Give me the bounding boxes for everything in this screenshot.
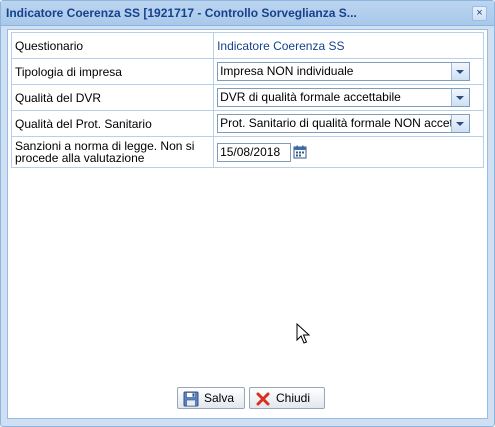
red-x-icon: [255, 391, 271, 407]
value-questionario: Indicatore Coerenza SS: [213, 32, 484, 59]
cell-tipologia: Impresa NON individuale: [213, 58, 484, 85]
form-row-questionario: Questionario Indicatore Coerenza SS: [10, 32, 484, 59]
form-row-prot-sanitario: Qualità del Prot. Sanitario Prot. Sanita…: [10, 110, 484, 137]
save-button[interactable]: Salva: [177, 387, 245, 409]
label-questionario: Questionario: [10, 32, 215, 59]
form-row-dvr: Qualità del DVR DVR di qualità formale a…: [10, 84, 484, 111]
close-button[interactable]: Chiudi: [249, 387, 325, 409]
label-sanzioni: Sanzioni a norma di legge. Non si proced…: [10, 136, 215, 168]
date-field[interactable]: 15/08/2018: [217, 142, 292, 162]
label-tipologia: Tipologia di impresa: [10, 58, 215, 85]
form-row-tipologia: Tipologia di impresa Impresa NON individ…: [10, 58, 484, 85]
tipologia-select[interactable]: Impresa NON individuale: [217, 62, 471, 81]
chevron-down-icon[interactable]: [451, 63, 470, 80]
window-close-button[interactable]: ×: [472, 6, 487, 21]
close-button-label: Chiudi: [276, 391, 311, 405]
chevron-down-icon[interactable]: [451, 115, 470, 132]
questionario-value: Indicatore Coerenza SS: [217, 38, 345, 53]
window-title: Indicatore Coerenza SS [1921717 - Contro…: [6, 6, 357, 20]
cell-dvr: DVR di qualità formale accettabile: [213, 84, 484, 111]
dvr-selected-value: DVR di qualità formale accettabile: [220, 90, 401, 104]
dialog-body: Questionario Indicatore Coerenza SS Tipo…: [7, 29, 488, 419]
title-bar[interactable]: Indicatore Coerenza SS [1921717 - Contro…: [1, 1, 494, 26]
mouse-cursor-icon: [296, 323, 310, 344]
dialog-window: Indicatore Coerenza SS [1921717 - Contro…: [0, 0, 495, 427]
save-button-label: Salva: [204, 391, 235, 405]
calendar-icon[interactable]: [293, 145, 307, 159]
prot-sanitario-selected-value: Prot. Sanitario di qualità formale NON a…: [220, 116, 471, 130]
tipologia-selected-value: Impresa NON individuale: [220, 64, 354, 78]
label-prot-sanitario: Qualità del Prot. Sanitario: [10, 110, 215, 137]
close-icon: ×: [476, 7, 483, 19]
form-row-sanzioni: Sanzioni a norma di legge. Non si proced…: [10, 136, 484, 168]
chevron-down-icon[interactable]: [451, 89, 470, 106]
form-table: Questionario Indicatore Coerenza SS Tipo…: [10, 32, 484, 168]
cell-prot-sanitario: Prot. Sanitario di qualità formale NON a…: [213, 110, 484, 137]
prot-sanitario-select[interactable]: Prot. Sanitario di qualità formale NON a…: [217, 114, 471, 133]
floppy-disk-icon: [183, 391, 199, 407]
label-dvr: Qualità del DVR: [10, 84, 215, 111]
cell-sanzioni: 15/08/2018: [213, 136, 484, 168]
dvr-select[interactable]: DVR di qualità formale accettabile: [217, 88, 471, 107]
